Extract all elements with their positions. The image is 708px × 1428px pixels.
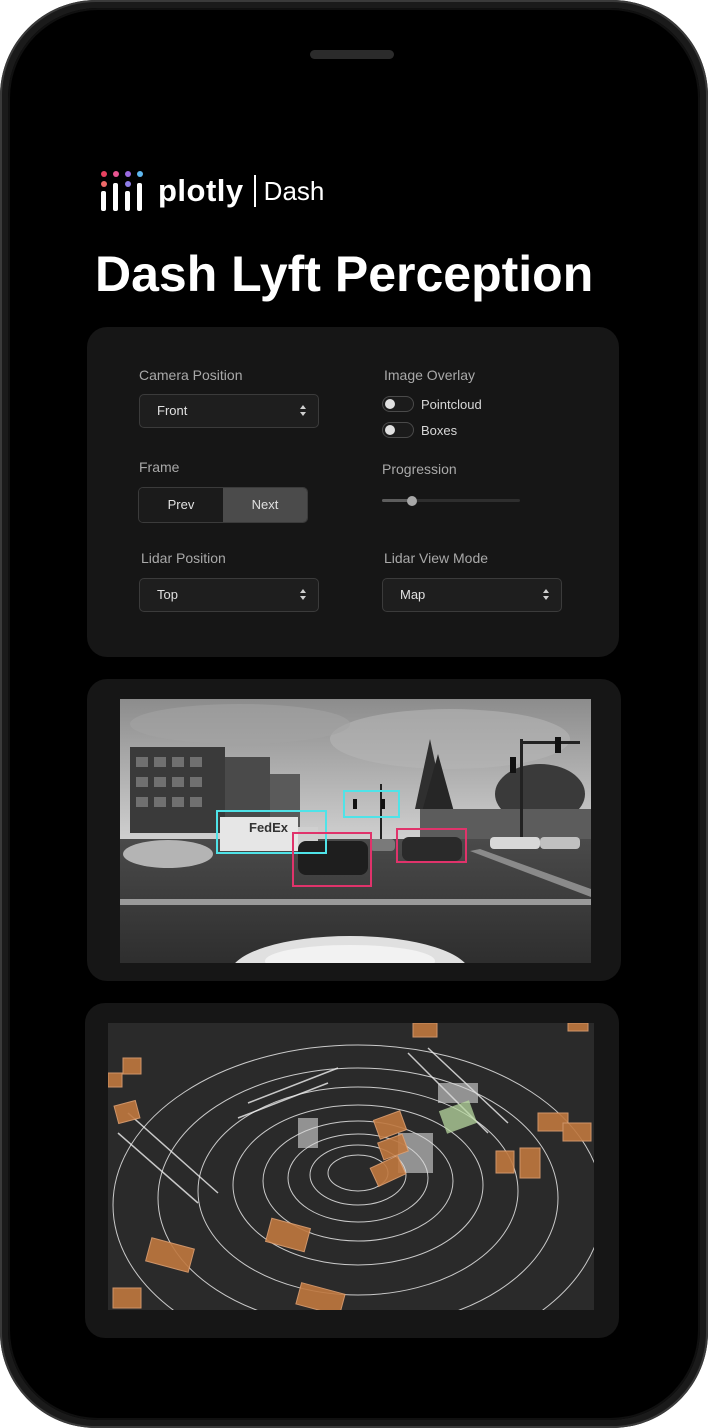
lidar-position-value: Top [157,587,178,602]
boxes-toggle[interactable] [382,422,414,438]
logo-plotly-text: plotly [158,173,244,208]
lidar-view-mode-value: Map [400,587,426,602]
logo-separator [253,175,256,207]
lidar-position-dropdown[interactable]: Top [139,578,319,612]
lidar-view-panel [85,1003,619,1338]
fedex-truck-text: FedEx [249,820,289,835]
lidar-pointcloud-view[interactable] [108,1023,594,1310]
lidar-box [112,1287,142,1309]
pointcloud-toggle-row[interactable]: Pointcloud [382,396,482,412]
camera-position-dropdown[interactable]: Front [139,394,319,428]
lidar-box [495,1150,515,1174]
prev-button[interactable]: Prev [139,488,223,522]
toggle-knob [385,425,395,435]
progression-slider[interactable] [382,495,520,506]
plotly-logo-icon [100,169,144,213]
controls-panel: Camera Position Front Image Overlay Poin… [87,327,619,657]
progression-slider-handle[interactable] [407,495,418,506]
dropdown-caret-icon [543,587,549,603]
camera-position-value: Front [157,403,188,418]
lidar-position-label: Lidar Position [141,550,226,566]
lidar-view-mode-label: Lidar View Mode [384,550,489,566]
logo-dash-text: Dash [263,175,325,206]
lidar-scene-graphic [108,1023,594,1310]
phone-speaker [310,50,394,59]
boxes-toggle-row[interactable]: Boxes [382,422,457,438]
frame-label: Frame [139,459,180,475]
progression-label: Progression [382,461,457,477]
camera-image[interactable]: FedEx [120,699,591,963]
lidar-box [412,1023,438,1038]
frame-button-group: Prev Next [138,487,308,523]
lidar-box [519,1147,541,1179]
plotly-dash-logo[interactable]: plotly Dash [100,168,324,214]
lidar-box [562,1122,592,1142]
lidar-box [567,1023,589,1032]
lidar-box [122,1057,142,1075]
camera-position-label: Camera Position [139,367,243,383]
lidar-box [108,1072,123,1088]
page-title: Dash Lyft Perception [95,246,594,302]
boxes-label: Boxes [421,422,458,438]
image-overlay-label: Image Overlay [384,367,476,383]
camera-scene-graphic: FedEx [120,699,591,963]
next-button[interactable]: Next [223,488,307,522]
lidar-view-mode-dropdown[interactable]: Map [382,578,562,612]
dropdown-caret-icon [300,403,306,419]
pointcloud-toggle[interactable] [382,396,414,412]
camera-view-panel: FedEx [87,679,621,981]
toggle-knob [385,399,395,409]
pointcloud-label: Pointcloud [421,396,482,412]
dropdown-caret-icon [300,587,306,603]
